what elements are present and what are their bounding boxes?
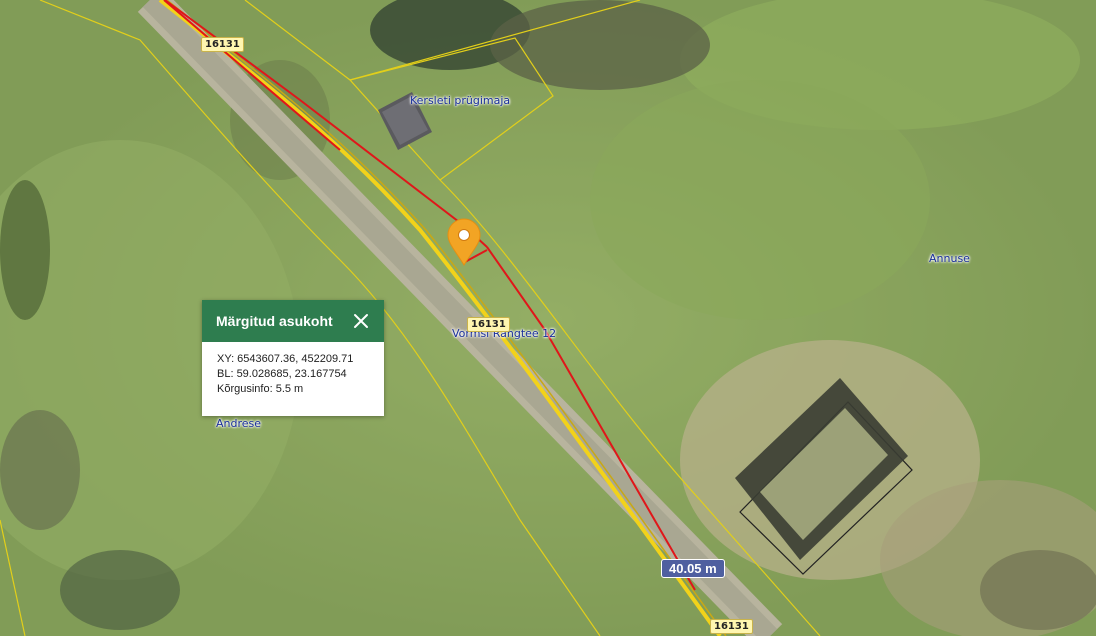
coordinates-bl: BL: 59.028685, 23.167754 [217, 368, 347, 380]
location-popup: Märgitud asukoht XY: 6543607.36, 452209.… [202, 300, 384, 416]
road-shield-bottom: 16131 [710, 619, 753, 634]
road-shield-middle: 16131 [467, 317, 510, 332]
popup-title: Märgitud asukoht [216, 313, 333, 329]
road-shield-top: 16131 [201, 37, 244, 52]
popup-body: XY: 6543607.36, 452209.71 BL: 59.028685,… [202, 342, 384, 407]
distance-label: 40.05 m [661, 559, 725, 578]
label-building: Kersleti prügimaja [410, 94, 511, 107]
map-canvas[interactable] [0, 0, 1096, 636]
map-pin-icon[interactable] [446, 217, 482, 267]
label-annuse: Annuse [929, 252, 970, 265]
height-info: Kõrgusinfo: 5.5 m [217, 383, 304, 395]
label-andrese: Andrese [216, 417, 262, 430]
coordinates-xy: XY: 6543607.36, 452209.71 [217, 353, 354, 365]
close-icon[interactable] [352, 312, 370, 330]
popup-header: Märgitud asukoht [202, 300, 384, 342]
